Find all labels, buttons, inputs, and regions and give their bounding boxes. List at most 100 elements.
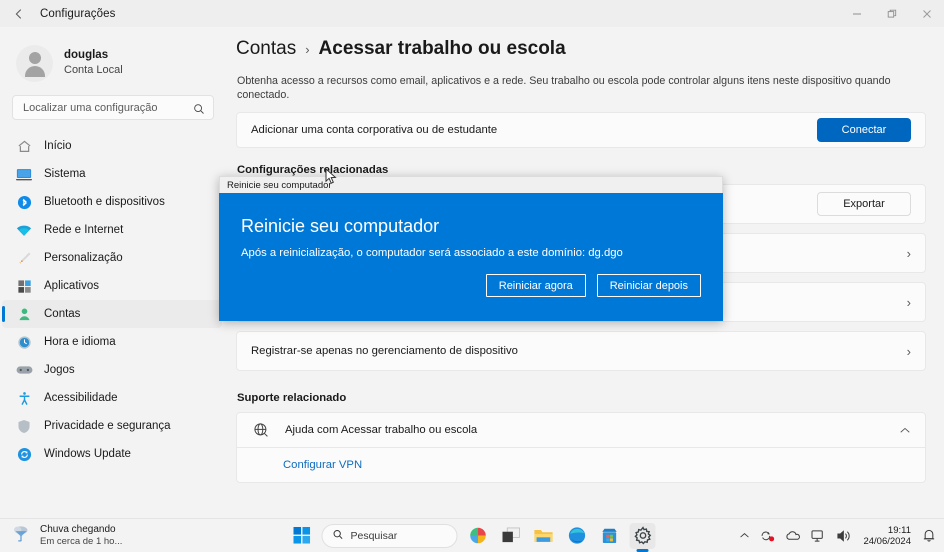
- accounts-icon: [14, 305, 34, 323]
- restart-now-button[interactable]: Reiniciar agora: [485, 274, 586, 297]
- back-arrow-icon[interactable]: [4, 0, 34, 27]
- network-icon: [14, 221, 34, 239]
- sidebar-item-inicio[interactable]: Início: [2, 132, 222, 160]
- connect-button[interactable]: Conectar: [817, 118, 911, 142]
- microsoft-store-icon[interactable]: [597, 523, 623, 549]
- sidebar-item-label: Aplicativos: [44, 280, 99, 292]
- chevron-right-icon: ›: [906, 245, 911, 261]
- bell-icon[interactable]: [922, 528, 936, 543]
- weather-title: Chuva chegando: [40, 523, 116, 535]
- sidebar-item-aplicativos[interactable]: Aplicativos: [2, 272, 222, 300]
- taskbar-center: Pesquisar: [289, 522, 656, 552]
- sidebar-item-label: Bluetooth e dispositivos: [44, 196, 165, 208]
- network-monitor-icon[interactable]: [811, 529, 827, 543]
- clock-date: 24/06/2024: [863, 535, 911, 547]
- sidebar-item-privacidade-seguranca[interactable]: Privacidade e segurança: [2, 412, 222, 440]
- restart-later-button[interactable]: Reiniciar depois: [596, 274, 701, 297]
- support-title: Suporte relacionado: [237, 392, 347, 404]
- breadcrumb-parent[interactable]: Contas: [236, 38, 296, 60]
- system-icon: [14, 165, 34, 183]
- apps-icon: [14, 277, 34, 295]
- avatar: [16, 44, 53, 82]
- configure-vpn-link[interactable]: Configurar VPN: [283, 459, 362, 471]
- mouse-cursor: [325, 167, 338, 191]
- support-link-row[interactable]: Configurar VPN: [236, 447, 926, 483]
- sidebar-item-windows-update[interactable]: Windows Update: [2, 440, 222, 468]
- window-titlebar: Configurações: [0, 0, 944, 27]
- sidebar-item-label: Início: [44, 140, 72, 152]
- dialog-body: Reinicie seu computador Após a reinicial…: [219, 193, 723, 321]
- weather-subtitle: Em cerca de 1 ho...: [40, 535, 123, 547]
- privacy-icon: [14, 417, 34, 435]
- chevron-up-icon[interactable]: [899, 423, 911, 438]
- chevron-right-icon: ›: [906, 343, 911, 359]
- export-button[interactable]: Exportar: [817, 192, 911, 216]
- sidebar-item-label: Rede e Internet: [44, 224, 124, 236]
- page-description: Obtenha acesso a recursos como email, ap…: [237, 75, 891, 101]
- chevron-right-icon: ›: [906, 294, 911, 310]
- task-view-icon[interactable]: [498, 523, 524, 549]
- sidebar-item-label: Windows Update: [44, 448, 131, 460]
- bluetooth-icon: [14, 193, 34, 211]
- search-placeholder: Localizar uma configuração: [23, 101, 158, 114]
- clock-time: 19:11: [887, 524, 911, 536]
- taskbar-search-placeholder: Pesquisar: [350, 529, 398, 542]
- taskbar-clock[interactable]: 19:11 24/06/2024: [863, 525, 911, 547]
- add-account-row: Adicionar uma conta corporativa ou de es…: [236, 112, 926, 148]
- globe-help-icon: [251, 422, 271, 438]
- row-label: Registrar-se apenas no gerenciamento de …: [251, 345, 518, 357]
- profile-section[interactable]: douglas Conta Local: [0, 27, 228, 87]
- sidebar-item-label: Hora e idioma: [44, 336, 116, 348]
- settings-window: Configurações douglas Conta Local Locali…: [0, 0, 944, 552]
- start-icon[interactable]: [289, 523, 315, 549]
- sidebar: douglas Conta Local Localizar uma config…: [0, 27, 228, 518]
- close-button[interactable]: [909, 0, 944, 27]
- sidebar-item-rede-internet[interactable]: Rede e Internet: [2, 216, 222, 244]
- edge-icon[interactable]: [564, 523, 590, 549]
- file-explorer-icon[interactable]: [531, 523, 557, 549]
- taskbar-search-input[interactable]: Pesquisar: [321, 523, 458, 548]
- search-input[interactable]: Localizar uma configuração: [12, 95, 214, 120]
- weather-widget[interactable]: Chuva chegando Em cerca de 1 ho...: [0, 522, 270, 549]
- breadcrumb: Contas › Acessar trabalho ou escola: [228, 27, 944, 60]
- sidebar-item-personalizacao[interactable]: Personalização: [2, 244, 222, 272]
- onedrive-sync-icon[interactable]: [759, 528, 776, 543]
- restart-dialog: Reinicie seu computador Reinicie seu com…: [219, 176, 723, 321]
- cloud-icon[interactable]: [785, 530, 802, 542]
- profile-subtitle: Conta Local: [64, 64, 123, 76]
- table-row[interactable]: Registrar-se apenas no gerenciamento de …: [236, 331, 926, 371]
- sidebar-item-label: Privacidade e segurança: [44, 420, 171, 432]
- weather-text: Chuva chegando Em cerca de 1 ho...: [40, 524, 122, 548]
- sidebar-item-label: Sistema: [44, 168, 86, 180]
- volume-icon[interactable]: [836, 529, 852, 543]
- sidebar-item-label: Contas: [44, 308, 81, 320]
- sidebar-item-jogos[interactable]: Jogos: [2, 356, 222, 384]
- rain-icon: [10, 522, 32, 549]
- sidebar-item-bluetooth[interactable]: Bluetooth e dispositivos: [2, 188, 222, 216]
- settings-icon[interactable]: [629, 522, 656, 552]
- dialog-titlebar-text: Reinicie seu computador: [227, 179, 332, 191]
- system-tray: 19:11 24/06/2024: [739, 525, 936, 547]
- home-icon: [14, 137, 34, 155]
- minimize-button[interactable]: [839, 0, 874, 27]
- update-icon: [14, 445, 34, 463]
- sidebar-item-label: Jogos: [44, 364, 75, 376]
- sidebar-item-label: Personalização: [44, 252, 123, 264]
- maximize-restore-button[interactable]: [874, 0, 909, 27]
- sidebar-item-acessibilidade[interactable]: Acessibilidade: [2, 384, 222, 412]
- time-icon: [14, 333, 34, 351]
- tray-overflow-icon[interactable]: [739, 531, 750, 540]
- sidebar-item-sistema[interactable]: Sistema: [2, 160, 222, 188]
- support-label: Ajuda com Acessar trabalho ou escola: [285, 424, 478, 436]
- sidebar-item-hora-idioma[interactable]: Hora e idioma: [2, 328, 222, 356]
- support-row[interactable]: Ajuda com Acessar trabalho ou escola: [236, 412, 926, 448]
- window-controls: [839, 0, 944, 27]
- search-icon: [193, 102, 205, 114]
- dialog-actions: Reiniciar agora Reiniciar depois: [485, 274, 701, 297]
- personalization-icon: [14, 249, 34, 267]
- copilot-icon[interactable]: [465, 523, 491, 549]
- sidebar-nav: Início Sistema Bluetooth e dispositivos …: [0, 132, 228, 468]
- search-icon: [333, 527, 344, 545]
- sidebar-item-contas[interactable]: Contas: [2, 300, 222, 328]
- sidebar-search-wrap: Localizar uma configuração: [0, 87, 228, 120]
